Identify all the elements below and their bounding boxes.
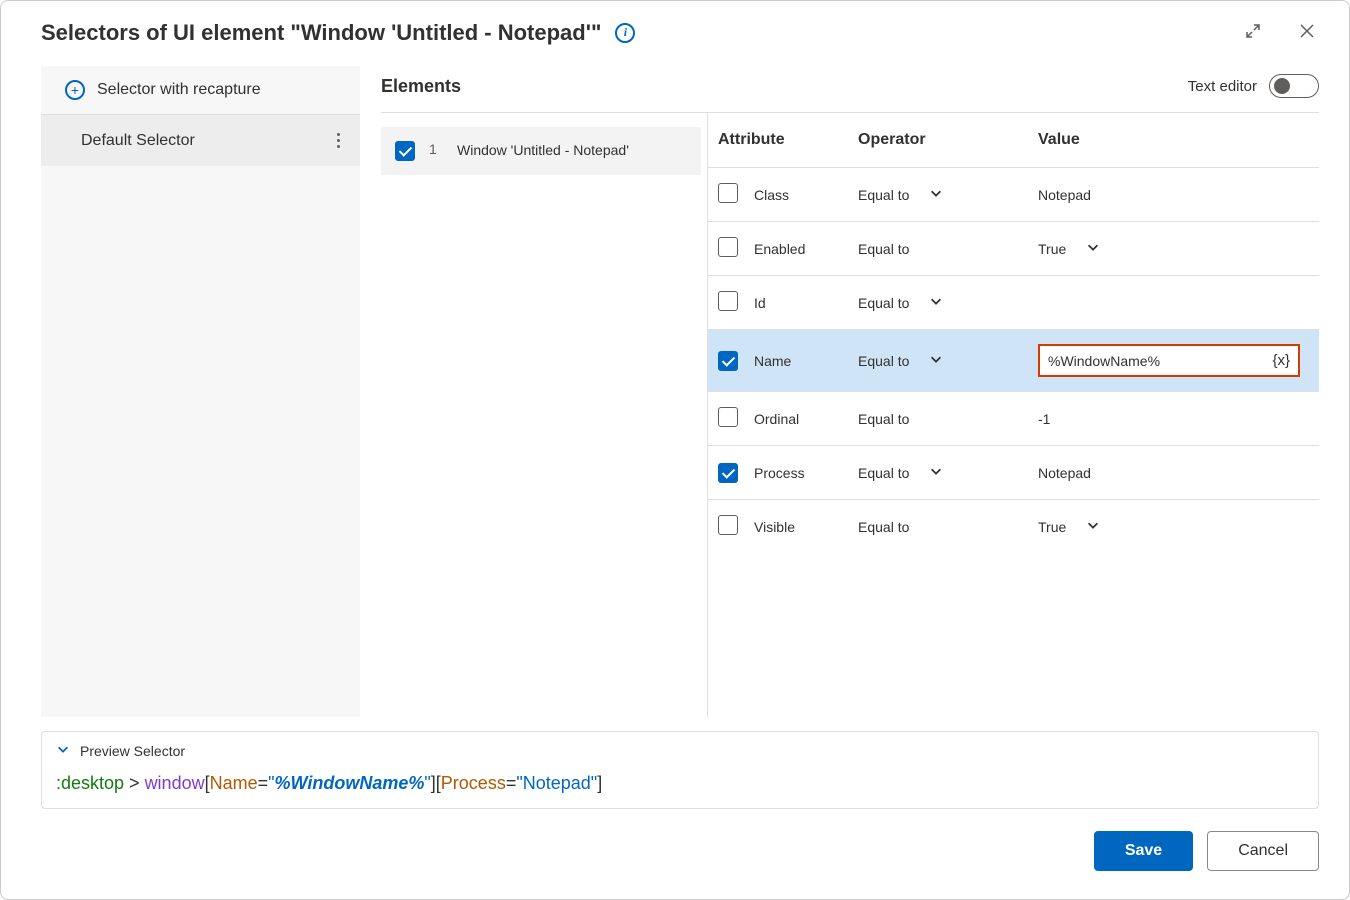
chevron-down-icon <box>929 186 943 203</box>
chevron-down-icon <box>929 352 943 369</box>
chevron-down-icon <box>56 742 70 759</box>
attribute-row[interactable]: IdEqual to <box>708 275 1319 329</box>
operator-cell[interactable]: Equal to <box>858 519 1038 535</box>
operator-cell[interactable]: Equal to <box>858 186 1038 203</box>
titlebar: Selectors of UI element "Window 'Untitle… <box>1 1 1349 56</box>
operator-cell[interactable]: Equal to <box>858 411 1038 427</box>
attribute-row[interactable]: ProcessEqual toNotepad <box>708 445 1319 499</box>
element-index: 1 <box>429 141 443 157</box>
attribute-name: Ordinal <box>754 411 858 427</box>
operator-cell[interactable]: Equal to <box>858 294 1038 311</box>
attribute-name: Class <box>754 187 858 203</box>
attribute-checkbox[interactable] <box>718 463 738 483</box>
attribute-checkbox[interactable] <box>718 351 738 371</box>
attribute-name: Enabled <box>754 241 858 257</box>
attribute-row[interactable]: NameEqual to%WindowName%{x} <box>708 329 1319 391</box>
attribute-row[interactable]: EnabledEqual toTrue <box>708 221 1319 275</box>
attribute-checkbox[interactable] <box>718 183 738 203</box>
value-input[interactable]: %WindowName%{x} <box>1038 344 1300 377</box>
col-attribute: Attribute <box>718 131 858 149</box>
close-button[interactable] <box>1295 19 1319 46</box>
element-row[interactable]: 1 Window 'Untitled - Notepad' <box>381 127 701 175</box>
cancel-button[interactable]: Cancel <box>1207 831 1319 871</box>
attribute-name: Name <box>754 353 858 369</box>
element-checkbox[interactable] <box>395 141 415 161</box>
selector-builder-dialog: Selectors of UI element "Window 'Untitle… <box>0 0 1350 900</box>
value-cell[interactable]: -1 <box>1038 411 1309 427</box>
text-editor-toggle[interactable] <box>1269 74 1319 98</box>
value-cell[interactable]: %WindowName%{x} <box>1038 344 1309 377</box>
attribute-checkbox[interactable] <box>718 291 738 311</box>
attribute-row[interactable]: ClassEqual toNotepad <box>708 167 1319 221</box>
footer: Save Cancel <box>1 809 1349 899</box>
value-cell[interactable]: True <box>1038 240 1309 257</box>
kebab-menu-icon[interactable] <box>333 129 344 152</box>
chevron-down-icon <box>929 294 943 311</box>
save-button[interactable]: Save <box>1094 831 1193 871</box>
operator-cell[interactable]: Equal to <box>858 464 1038 481</box>
attribute-name: Id <box>754 295 858 311</box>
value-cell[interactable]: Notepad <box>1038 465 1309 481</box>
attribute-checkbox[interactable] <box>718 407 738 427</box>
value-cell[interactable]: Notepad <box>1038 187 1309 203</box>
element-name: Window 'Untitled - Notepad' <box>457 141 687 161</box>
attributes-column: Attribute Operator Value ClassEqual toNo… <box>707 113 1319 717</box>
preview-label: Preview Selector <box>80 743 185 759</box>
attribute-checkbox[interactable] <box>718 237 738 257</box>
operator-cell[interactable]: Equal to <box>858 352 1038 369</box>
col-operator: Operator <box>858 131 1038 149</box>
sidebar: + Selector with recapture Default Select… <box>41 66 361 717</box>
value-cell[interactable]: True <box>1038 518 1309 535</box>
col-value: Value <box>1038 131 1309 149</box>
elements-column: 1 Window 'Untitled - Notepad' <box>381 113 701 717</box>
selector-list-item[interactable]: Default Selector <box>41 115 360 166</box>
chevron-down-icon <box>1086 240 1100 257</box>
text-editor-label: Text editor <box>1188 78 1257 95</box>
plus-icon: + <box>65 80 85 100</box>
attribute-name: Visible <box>754 519 858 535</box>
preview-selector-text: :desktop > window[Name="%WindowName%"][P… <box>56 773 1304 794</box>
selector-name: Default Selector <box>81 132 195 150</box>
attribute-checkbox[interactable] <box>718 515 738 535</box>
chevron-down-icon <box>929 464 943 481</box>
elements-heading: Elements <box>381 76 461 97</box>
attribute-name: Process <box>754 465 858 481</box>
operator-cell[interactable]: Equal to <box>858 241 1038 257</box>
attribute-row[interactable]: VisibleEqual toTrue <box>708 499 1319 553</box>
add-selector-label: Selector with recapture <box>97 81 261 99</box>
attributes-header: Attribute Operator Value <box>708 113 1319 167</box>
expand-button[interactable] <box>1241 19 1265 46</box>
attribute-row[interactable]: OrdinalEqual to-1 <box>708 391 1319 445</box>
add-selector-button[interactable]: + Selector with recapture <box>41 66 360 115</box>
dialog-title: Selectors of UI element "Window 'Untitle… <box>41 20 601 46</box>
preview-toggle[interactable]: Preview Selector <box>56 742 1304 759</box>
variable-icon[interactable]: {x} <box>1272 352 1290 369</box>
info-icon[interactable]: i <box>615 23 635 43</box>
preview-panel: Preview Selector :desktop > window[Name=… <box>41 731 1319 809</box>
chevron-down-icon <box>1086 518 1100 535</box>
